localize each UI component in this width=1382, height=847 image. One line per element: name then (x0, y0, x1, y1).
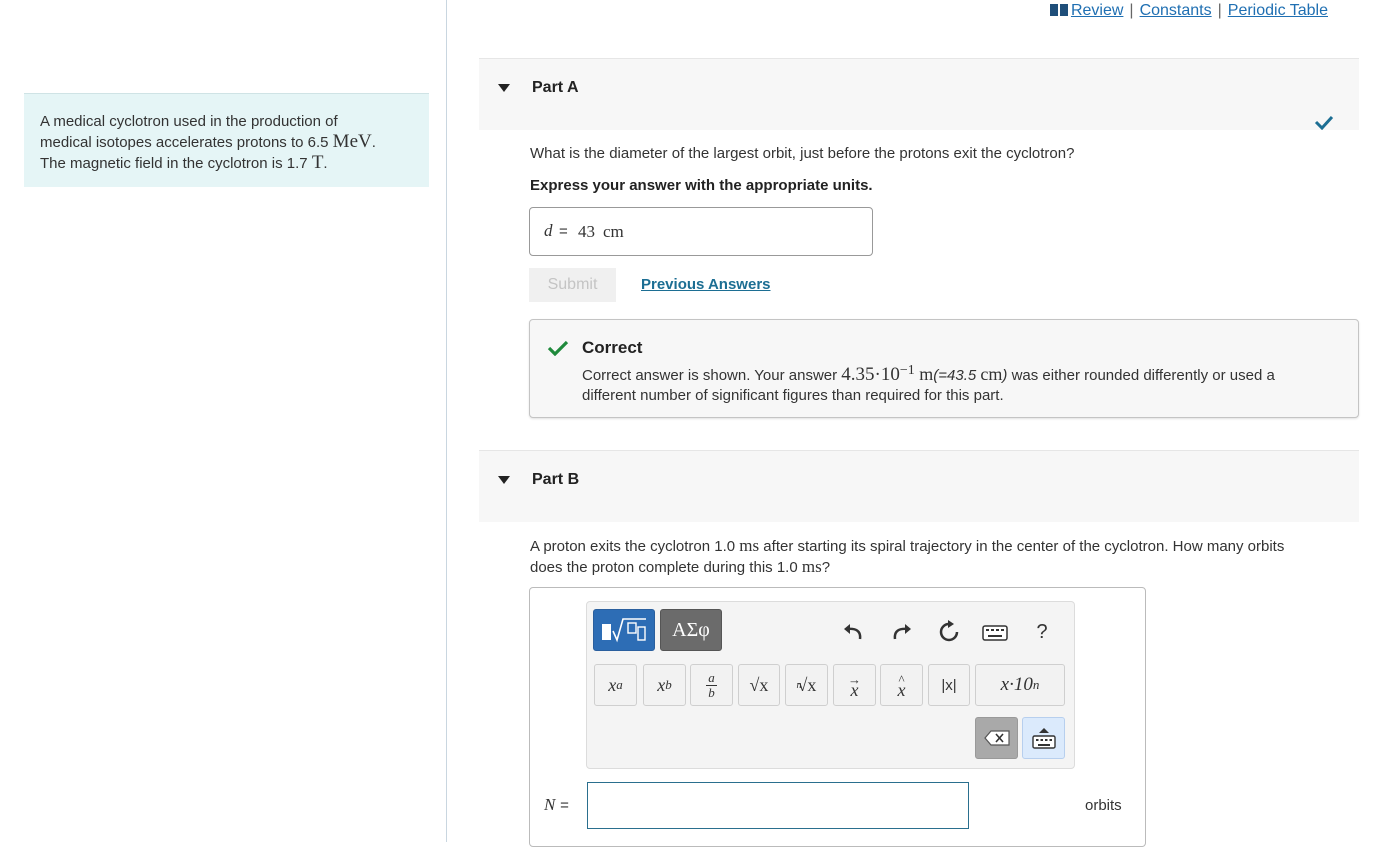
part-b-question: A proton exits the cyclotron 1.0 ms afte… (530, 536, 1360, 578)
unit-vector-button[interactable]: ^ x (880, 664, 923, 706)
review-link[interactable]: Review (1071, 2, 1123, 19)
part-b-title: Part B (532, 471, 580, 488)
feedback-alt: (=43.5 (933, 367, 981, 384)
undo-icon[interactable] (841, 619, 865, 643)
button-glyph: a (706, 669, 717, 686)
question-text: ? (821, 559, 831, 576)
part-b-header[interactable]: Part B (479, 450, 1359, 522)
answer-input-b[interactable] (587, 782, 969, 829)
part-a-instruction: Express your answer with the appropriate… (530, 176, 873, 196)
vector-button[interactable]: → x (833, 664, 876, 706)
previous-answers-link[interactable]: Previous Answers (641, 276, 771, 293)
feedback-alt-unit: cm (980, 364, 1003, 384)
constants-link[interactable]: Constants (1140, 2, 1212, 19)
equals-sign: = (560, 797, 569, 814)
button-glyph: x (657, 674, 666, 695)
question-text: after starting its spiral trajectory in … (759, 538, 1285, 555)
button-glyph: x (608, 674, 617, 695)
feedback-title: Correct (582, 338, 643, 357)
problem-line-3: The magnetic field in the cyclotron is 1… (40, 153, 413, 174)
scientific-notation-button[interactable]: x·10 n (975, 664, 1065, 706)
problem-line-1: A medical cyclotron used in the producti… (40, 113, 338, 130)
unit-tesla: T (311, 152, 324, 173)
feedback-exponent: −1 (899, 363, 915, 378)
feedback-text: was either rounded differently or used a (1007, 367, 1275, 384)
feedback-mantissa: 4.35·10 (841, 364, 900, 385)
button-glyph: b (708, 684, 715, 700)
keyboard-toggle-button[interactable] (1022, 717, 1065, 759)
feedback-box: Correct Correct answer is shown. Your an… (529, 319, 1359, 418)
equals-sign: = (559, 223, 568, 240)
button-glyph: |x| (941, 676, 957, 694)
button-glyph: n (1032, 677, 1040, 692)
part-a-header[interactable]: Part A (479, 58, 1359, 130)
feedback-text: Correct answer is shown. Your answer (582, 367, 842, 384)
unit-ms: ms (739, 536, 760, 555)
correct-check-icon (547, 340, 569, 356)
backspace-icon (983, 730, 1010, 746)
unit-mev: MeV (332, 131, 372, 152)
question-text: does the proton complete during this 1.0 (530, 559, 802, 576)
answer-variable: d (544, 221, 553, 240)
answer-field-a[interactable]: d = 43 cm (529, 207, 873, 256)
subscript-button[interactable]: xb (643, 664, 686, 706)
templates-button[interactable] (593, 609, 655, 651)
button-glyph: a (616, 677, 623, 692)
collapse-triangle-icon[interactable] (498, 476, 510, 484)
units-label: orbits (1085, 797, 1122, 814)
separator: | (1217, 2, 1222, 19)
problem-text: The magnetic field in the cyclotron is 1… (40, 155, 312, 172)
button-glyph: x (850, 680, 859, 700)
button-glyph: √x (749, 674, 769, 695)
keyboard-up-icon (1031, 728, 1056, 749)
answer-variable: N (544, 795, 556, 814)
problem-text: . (371, 134, 376, 151)
problem-statement: A medical cyclotron used in the producti… (24, 93, 429, 187)
answer-unit: cm (603, 222, 624, 241)
answer-label-b: N = (544, 795, 569, 815)
submit-button[interactable]: Submit (529, 268, 616, 302)
greek-symbols-button[interactable]: ΑΣφ (660, 609, 722, 651)
reset-icon[interactable] (936, 619, 962, 645)
feedback-unit: m (914, 364, 934, 384)
help-icon[interactable]: ? (1031, 620, 1053, 644)
templates-icon (602, 618, 646, 643)
keyboard-icon[interactable] (982, 624, 1008, 642)
book-icon (1049, 4, 1068, 16)
answer-value: 43 (578, 222, 595, 241)
feedback-text: different number of significant figures … (582, 387, 1004, 404)
nth-root-button[interactable]: n √x (785, 664, 828, 706)
part-a-question: What is the diameter of the largest orbi… (530, 145, 1075, 162)
superscript-button[interactable]: xa (594, 664, 637, 706)
collapse-triangle-icon[interactable] (498, 84, 510, 92)
button-glyph: b (665, 677, 672, 692)
question-text: A proton exits the cyclotron 1.0 (530, 538, 740, 555)
button-glyph: x·10 (1000, 674, 1033, 695)
separator: | (1129, 2, 1134, 19)
periodic-table-link[interactable]: Periodic Table (1228, 2, 1328, 19)
problem-text: . (323, 155, 328, 172)
sqrt-button[interactable]: √x (738, 664, 780, 706)
button-glyph: x (897, 680, 906, 700)
part-a-title: Part A (532, 79, 579, 96)
backspace-button[interactable] (975, 717, 1018, 759)
problem-text: medical isotopes accelerates protons to … (40, 134, 333, 151)
top-links: Review | Constants | Periodic Table (1049, 2, 1328, 20)
button-glyph: √x (797, 674, 817, 695)
check-icon (1314, 115, 1334, 130)
instruction-text: Express your answer with the appropriate… (530, 177, 873, 194)
absolute-value-button[interactable]: |x| (928, 664, 970, 706)
unit-ms: ms (801, 557, 822, 576)
column-divider (446, 0, 447, 842)
fraction-button[interactable]: a b (690, 664, 733, 706)
problem-line-2: medical isotopes accelerates protons to … (40, 132, 413, 153)
redo-icon[interactable] (890, 619, 914, 643)
feedback-body: Correct answer is shown. Your answer 4.3… (582, 361, 1352, 406)
